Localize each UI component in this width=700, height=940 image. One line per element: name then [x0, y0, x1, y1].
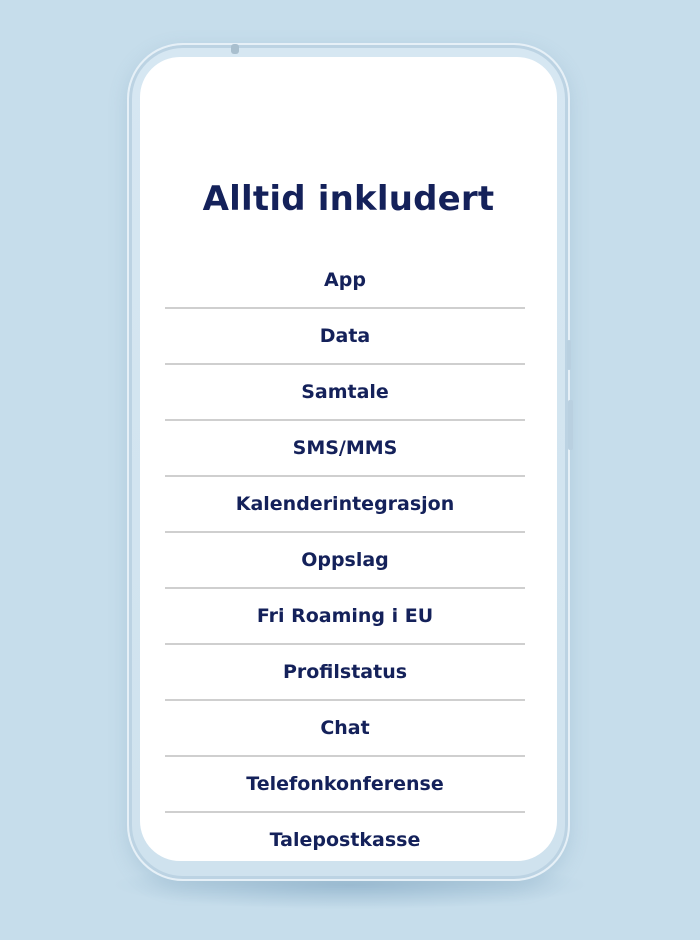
feature-item-chat: Chat — [165, 701, 525, 757]
volume-button — [567, 340, 571, 370]
feature-item-fri-roaming: Fri Roaming i EU — [165, 589, 525, 645]
feature-item-profilstatus: Profilstatus — [165, 645, 525, 701]
feature-item-app: App — [165, 253, 525, 309]
feature-item-data: Data — [165, 309, 525, 365]
feature-item-telefonkonferense: Telefonkonferense — [165, 757, 525, 813]
feature-item-talepostkasse: Talepostkasse — [165, 813, 525, 861]
feature-item-kalenderintegrasjon: Kalenderintegrasjon — [165, 477, 525, 533]
phone-screen: Alltid inkludert App Data Samtale SMS/MM… — [140, 57, 557, 861]
feature-item-sms-mms: SMS/MMS — [165, 421, 525, 477]
feature-item-samtale: Samtale — [165, 365, 525, 421]
camera-icon — [231, 44, 239, 54]
feature-item-oppslag: Oppslag — [165, 533, 525, 589]
power-button — [568, 400, 573, 450]
feature-list: App Data Samtale SMS/MMS Kalenderintegra… — [165, 253, 525, 861]
page-title: Alltid inkludert — [202, 179, 495, 219]
